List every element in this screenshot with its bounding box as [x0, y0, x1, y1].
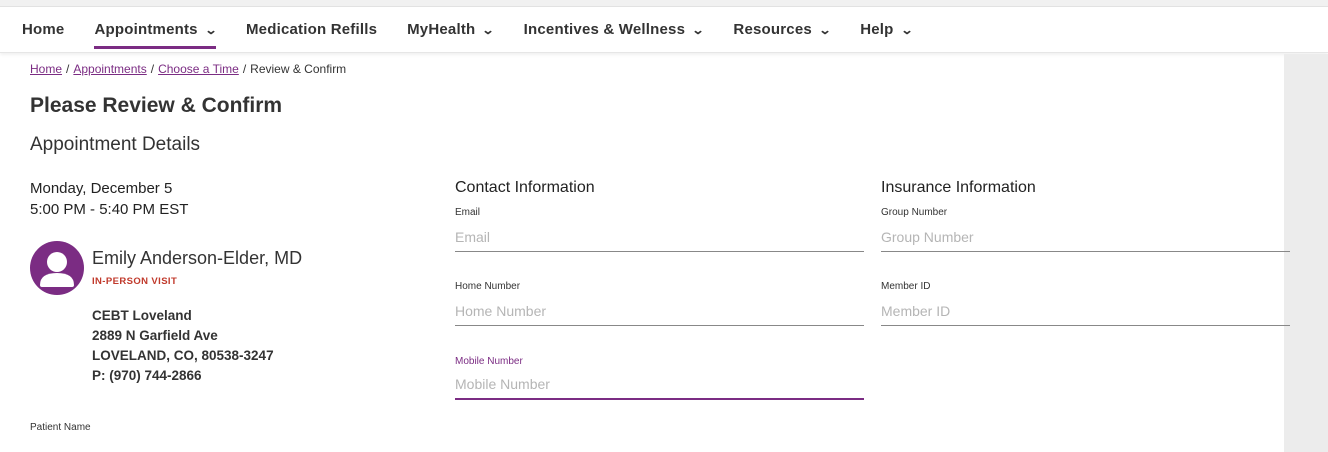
chevron-down-icon: ⌄ — [481, 22, 496, 37]
nav-item-label: Appointments — [94, 21, 198, 38]
nav-item-label: Home — [22, 21, 65, 38]
patient-name-label: Patient Name — [30, 422, 91, 433]
mobile-number-field[interactable] — [455, 376, 864, 400]
provider-address: CEBT Loveland 2889 N Garfield Ave LOVELA… — [92, 306, 274, 386]
contact-info-title: Contact Information — [455, 179, 595, 196]
provider-phone: P: (970) 744-2866 — [92, 368, 202, 383]
appointment-time: 5:00 PM - 5:40 PM EST — [30, 201, 189, 218]
group-number-label: Group Number — [881, 207, 948, 218]
appointment-date: Monday, December 5 — [30, 180, 173, 197]
provider-name: Emily Anderson-Elder, MD — [92, 248, 303, 268]
breadcrumb-choose-time-link[interactable]: Choose a Time — [158, 62, 239, 76]
nav-item-incentives-wellness[interactable]: Incentives & Wellness ⌄ — [523, 7, 705, 53]
email-label: Email — [455, 207, 481, 218]
breadcrumb-separator: / — [66, 62, 70, 76]
nav-item-myhealth[interactable]: MyHealth ⌄ — [407, 7, 496, 53]
email-field[interactable] — [455, 228, 864, 252]
chevron-down-icon: ⌄ — [691, 22, 705, 37]
page-scrollbar[interactable] — [1284, 54, 1328, 452]
person-icon — [30, 241, 84, 295]
location-name: CEBT Loveland — [92, 308, 192, 323]
group-number-field[interactable] — [881, 228, 1290, 252]
nav-item-help[interactable]: Help ⌄ — [860, 7, 914, 53]
nav-item-appointments[interactable]: Appointments ⌄ — [94, 7, 218, 53]
insurance-info-title: Insurance Information — [881, 179, 1036, 196]
breadcrumb-separator: / — [150, 62, 155, 76]
page-title: Please Review & Confirm — [30, 94, 283, 117]
city-state-zip: LOVELAND, CO, 80538-3247 — [92, 348, 274, 363]
nav-item-medication-refills[interactable]: Medication Refills — [246, 7, 377, 53]
breadcrumb: Home / Appointments / Choose a Time / Review &… — [30, 62, 346, 76]
appointment-datetime: Monday, December 5 5:00 PM - 5:40 PM EST — [30, 178, 188, 220]
nav-item-label: Resources — [733, 21, 812, 38]
nav-item-label: Incentives & Wellness — [523, 21, 686, 38]
member-id-field[interactable] — [881, 302, 1290, 326]
nav-item-label: MyHealth — [407, 21, 476, 38]
chevron-down-icon: ⌄ — [899, 22, 914, 37]
mobile-number-label: Mobile Number — [455, 356, 523, 367]
chevron-down-icon: ⌄ — [204, 22, 218, 37]
main-nav: Home Appointments ⌄ Medication Refills M… — [0, 7, 1328, 53]
chevron-down-icon: ⌄ — [818, 22, 832, 37]
visit-type-badge: IN-PERSON VISIT — [92, 276, 178, 287]
breadcrumb-home-link[interactable]: Home — [30, 62, 62, 76]
nav-item-label: Help — [860, 21, 894, 38]
main-content: Home / Appointments / Choose a Time / Review &… — [30, 54, 1290, 452]
home-number-field[interactable] — [455, 302, 864, 326]
home-number-label: Home Number — [455, 281, 521, 292]
nav-item-home[interactable]: Home — [22, 7, 64, 53]
nav-item-label: Medication Refills — [245, 21, 378, 38]
street-address: 2889 N Garfield Ave — [92, 328, 218, 343]
nav-item-resources[interactable]: Resources ⌄ — [733, 7, 832, 53]
member-id-label: Member ID — [881, 281, 931, 292]
breadcrumb-separator: / — [242, 62, 247, 76]
avatar-svg — [40, 252, 74, 287]
breadcrumb-current: Review & Confirm — [250, 62, 347, 76]
breadcrumb-appointments-link[interactable]: Appointments — [73, 62, 146, 76]
section-title: Appointment Details — [30, 134, 201, 155]
